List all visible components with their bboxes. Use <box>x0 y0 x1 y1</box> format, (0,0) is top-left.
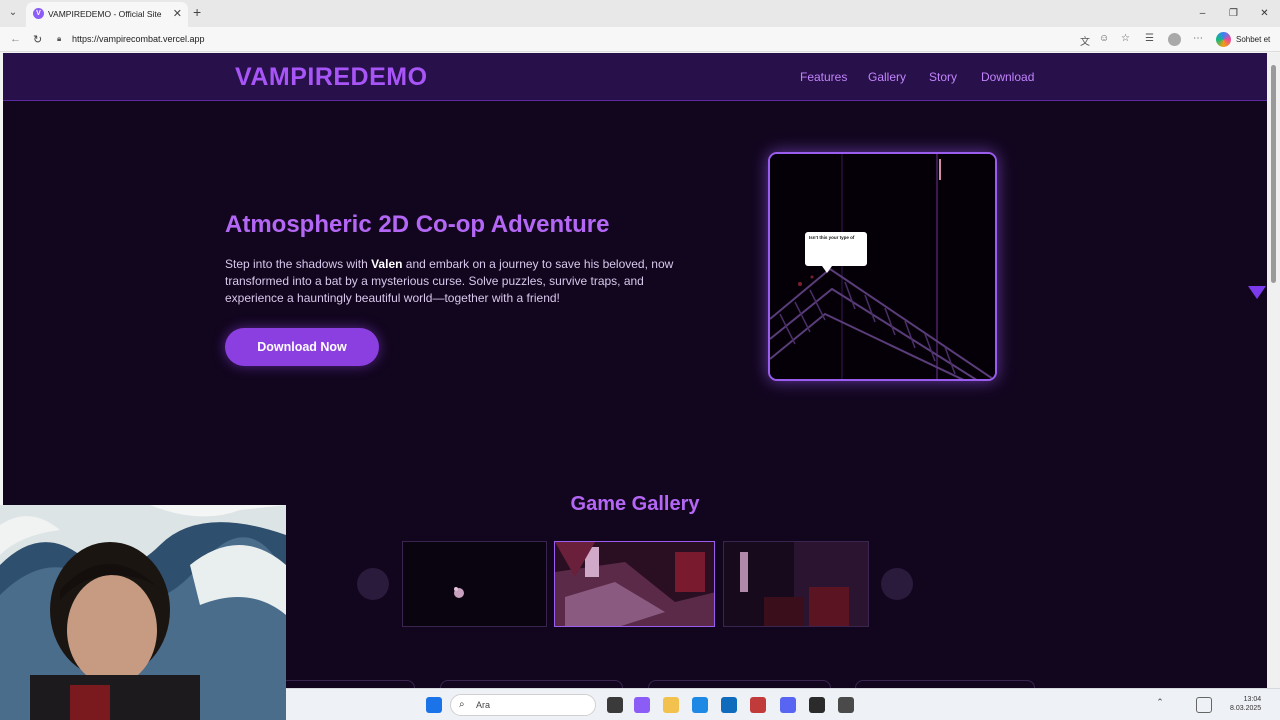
edge-browser-icon[interactable] <box>692 697 708 713</box>
speech-bubble: Isn't this your type of <box>805 232 867 266</box>
translate-icon[interactable]: 文 <box>1080 33 1090 48</box>
favorites-icon[interactable]: ☰ <box>1145 33 1154 44</box>
speech-bubble-text: Isn't this your type of <box>809 235 855 240</box>
profile-avatar-icon[interactable] <box>1168 33 1181 46</box>
scrollbar-thumb[interactable] <box>1271 65 1276 283</box>
site-favicon-icon: V <box>33 8 44 19</box>
download-now-button[interactable]: Download Now <box>225 328 379 366</box>
browser-tab[interactable]: V VAMPIREDEMO - Official Site ✕ <box>26 2 188 27</box>
site-logo[interactable]: VAMPIREDEMO <box>235 63 428 92</box>
scroll-down-arrow-icon[interactable] <box>1248 286 1266 299</box>
windows-taskbar: ⌕ Ara ⌃ 13:04 8.03.2025 <box>286 688 1280 720</box>
lock-icon: 🔒︎ <box>57 34 62 43</box>
hero-title: Atmospheric 2D Co-op Adventure <box>225 211 610 238</box>
url-field[interactable]: 🔒︎ https://vampirecombat.vercel.app <box>52 30 1072 49</box>
nav-link-gallery[interactable]: Gallery <box>868 70 906 84</box>
browser-tab-bar: ⌄ V VAMPIREDEMO - Official Site ✕ + – ❐ … <box>0 0 1280 27</box>
tab-close-icon[interactable]: ✕ <box>173 7 182 20</box>
webcam-overlay <box>0 505 286 720</box>
reload-icon[interactable]: ↻ <box>33 33 42 46</box>
nav-link-story[interactable]: Story <box>929 70 957 84</box>
hero-game-screenshot: Isn't this your type of <box>768 152 997 381</box>
task-view-icon[interactable] <box>607 697 623 713</box>
reading-mode-icon[interactable]: ☺ <box>1099 33 1109 44</box>
taskbar-search[interactable]: ⌕ Ara <box>450 694 596 716</box>
store-icon[interactable] <box>721 697 737 713</box>
window-controls: – ❐ ✕ <box>1187 0 1280 27</box>
back-icon[interactable]: ← <box>10 33 21 45</box>
game-scene-graphic <box>770 154 995 379</box>
nav-link-features[interactable]: Features <box>800 70 847 84</box>
restore-icon[interactable]: ❐ <box>1218 0 1249 27</box>
address-bar: ← ↻ 🔒︎ https://vampirecombat.vercel.app … <box>0 27 1280 52</box>
copilot-taskbar-icon[interactable] <box>634 697 650 713</box>
more-icon[interactable]: ⋯ <box>1193 33 1203 44</box>
window-close-icon[interactable]: ✕ <box>1249 0 1280 27</box>
clock-date: 8.03.2025 <box>1230 705 1262 712</box>
minimize-icon[interactable]: – <box>1187 0 1218 27</box>
search-icon: ⌕ <box>459 699 465 710</box>
network-icon[interactable] <box>1196 697 1212 713</box>
hero-character-name: Valen <box>371 257 403 271</box>
url-text: https://vampirecombat.vercel.app <box>72 34 205 44</box>
new-tab-plus-icon[interactable]: + <box>193 5 201 19</box>
tab-title: VAMPIREDEMO - Official Site <box>48 9 162 19</box>
taskbar-search-placeholder: Ara <box>476 700 491 710</box>
site-navbar: VAMPIREDEMO Features Gallery Story Downl… <box>3 53 1267 101</box>
gallery-prev-button[interactable] <box>357 568 389 600</box>
app-red-icon[interactable] <box>750 697 766 713</box>
hero-description: Step into the shadows with Valen and emb… <box>225 257 674 305</box>
page-scrollbar[interactable] <box>1267 53 1280 720</box>
gallery-next-button[interactable] <box>881 568 913 600</box>
gallery-image-3[interactable] <box>723 541 869 627</box>
webcam-feed-image <box>0 505 286 720</box>
obs-icon[interactable] <box>838 697 854 713</box>
discord-icon[interactable] <box>780 697 796 713</box>
chat-button[interactable]: Sohbet et <box>1236 35 1270 44</box>
file-explorer-icon[interactable] <box>663 697 679 713</box>
copilot-icon[interactable] <box>1216 32 1231 47</box>
gallery-image-1[interactable] <box>402 541 547 627</box>
clock-time: 13:04 <box>1243 696 1262 703</box>
steam-icon[interactable] <box>809 697 825 713</box>
favorite-star-icon[interactable]: ☆ <box>1121 33 1130 44</box>
tray-chevron-up-icon[interactable]: ⌃ <box>1152 697 1168 713</box>
nav-link-download[interactable]: Download <box>981 70 1034 84</box>
tab-list-chevron-down-icon[interactable]: ⌄ <box>5 5 21 21</box>
speech-bubble-tail <box>822 266 832 273</box>
taskbar-clock[interactable]: 13:04 8.03.2025 <box>1230 695 1261 713</box>
windows-start-icon[interactable] <box>426 697 442 713</box>
gallery-image-2[interactable] <box>554 541 715 627</box>
